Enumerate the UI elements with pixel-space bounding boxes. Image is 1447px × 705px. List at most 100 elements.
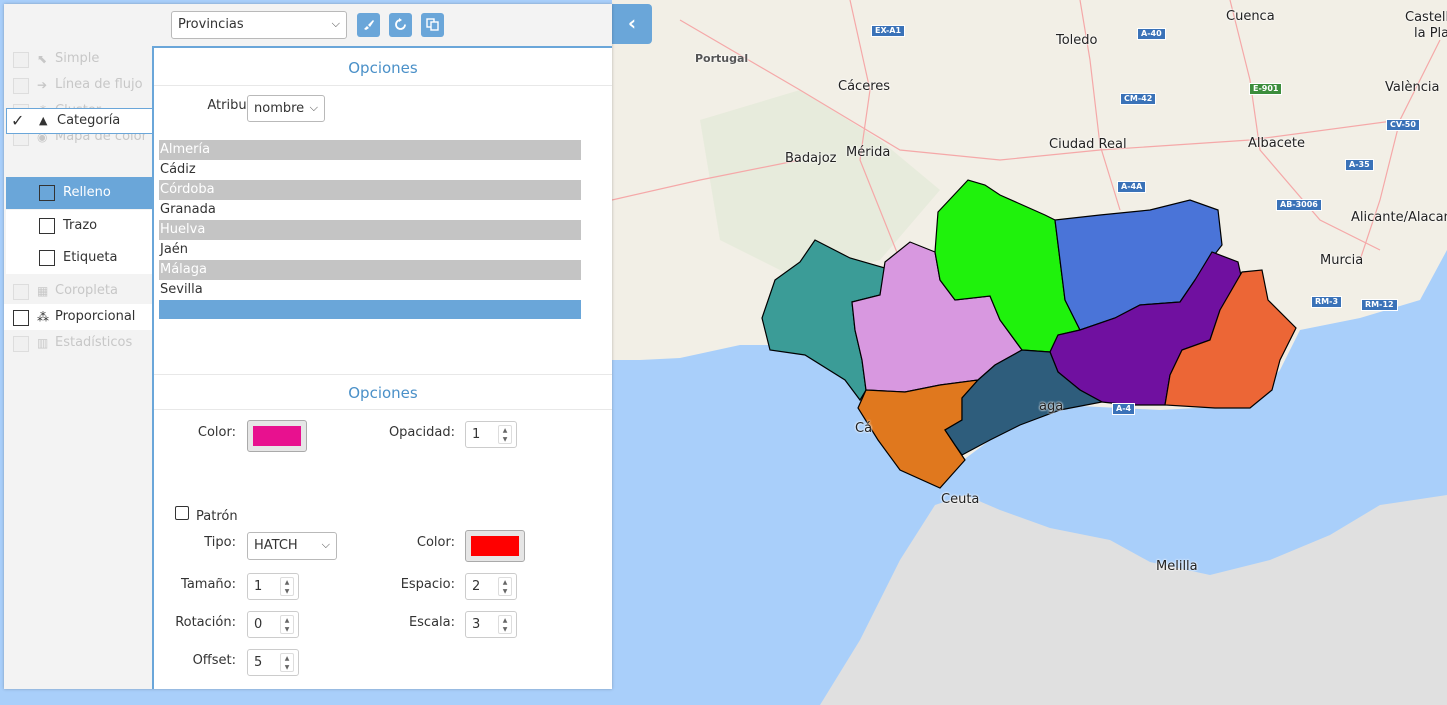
checkmark-icon: ✓ bbox=[11, 111, 25, 130]
relleno-checkbox[interactable] bbox=[39, 185, 55, 201]
category-row[interactable]: Cádiz bbox=[159, 160, 581, 180]
fill-color-picker[interactable] bbox=[247, 420, 307, 452]
sidebar-item-label: Coropleta bbox=[55, 283, 118, 298]
refresh-icon bbox=[395, 18, 406, 30]
road-shield-ex-a1: EX-A1 bbox=[871, 25, 906, 37]
subitem-label: Trazo bbox=[63, 218, 98, 233]
spinner-icon[interactable]: ▲ ▼ bbox=[498, 615, 512, 634]
sidebar-item-categoria[interactable]: ✓ ▲ Categoría bbox=[6, 108, 152, 134]
spinner-icon[interactable]: ▲ ▼ bbox=[280, 653, 294, 672]
road-shield-a40: A-40 bbox=[1137, 28, 1166, 40]
road-shield-a35: A-35 bbox=[1345, 159, 1374, 171]
category-row[interactable]: Jaén bbox=[159, 240, 581, 260]
opacity-label: Opacidad: bbox=[388, 425, 455, 440]
category-row[interactable]: Sevilla bbox=[159, 280, 581, 300]
layer-select[interactable]: Provincias ⌵ bbox=[171, 11, 347, 39]
flow-line-checkbox bbox=[13, 78, 29, 94]
panel-toolbar: Provincias ⌵ bbox=[4, 4, 612, 46]
options-area: Opciones Atributo: nombre ⌵ Almería Cádi… bbox=[152, 46, 612, 689]
category-row[interactable]: Córdoba bbox=[159, 180, 581, 200]
road-shield-cv50: CV-50 bbox=[1386, 119, 1420, 131]
space-value: 2 bbox=[472, 579, 481, 594]
copy-button[interactable] bbox=[421, 13, 444, 37]
subitem-trazo[interactable]: Trazo bbox=[6, 210, 152, 242]
chevron-down-icon: ⌵ bbox=[309, 101, 318, 114]
scale-value: 3 bbox=[472, 617, 481, 632]
sidebar-item-proporcional[interactable]: ⁂ Proporcional bbox=[4, 304, 152, 330]
spinner-icon[interactable]: ▲ ▼ bbox=[280, 615, 294, 634]
attribute-select[interactable]: nombre ⌵ bbox=[247, 95, 325, 122]
chevron-left-icon: ‹ bbox=[627, 11, 637, 35]
subitem-label: Etiqueta bbox=[63, 250, 118, 265]
category-row[interactable]: Málaga bbox=[159, 260, 581, 280]
coropleta-checkbox bbox=[13, 284, 29, 300]
space-stepper[interactable]: 2 ▲ ▼ bbox=[465, 573, 517, 600]
map-label-ciudad-real: Ciudad Real bbox=[1049, 137, 1127, 152]
proporcional-checkbox[interactable] bbox=[13, 310, 29, 326]
pattern-color-swatch bbox=[471, 536, 519, 556]
map-label-caceres: Cáceres bbox=[838, 79, 891, 94]
subitem-relleno[interactable]: Relleno bbox=[6, 177, 152, 209]
map-label-valencia: València bbox=[1385, 80, 1440, 95]
road-shield-ab3006: AB-3006 bbox=[1276, 199, 1322, 211]
road-shield-a4: A-4 bbox=[1112, 403, 1136, 415]
sidebar-item-coropleta: ▦ Coropleta bbox=[4, 278, 152, 304]
collapse-panel-button[interactable]: ‹ bbox=[612, 4, 652, 44]
layer-select-value: Provincias bbox=[178, 17, 244, 32]
sidebar-item-label: Línea de flujo bbox=[55, 77, 143, 92]
pattern-color-picker[interactable] bbox=[465, 530, 525, 562]
map-label-murcia: Murcia bbox=[1320, 253, 1364, 268]
options-title-2: Opciones bbox=[154, 374, 612, 410]
cursor-icon: ⬉ bbox=[37, 52, 48, 66]
etiqueta-checkbox[interactable] bbox=[39, 250, 55, 266]
map-label-albacete: Albacete bbox=[1248, 136, 1305, 151]
size-stepper[interactable]: 1 ▲ ▼ bbox=[247, 573, 299, 600]
refresh-button[interactable] bbox=[389, 13, 412, 37]
estadisticos-checkbox bbox=[13, 336, 29, 352]
brush-button[interactable] bbox=[357, 13, 380, 37]
spinner-icon[interactable]: ▲ ▼ bbox=[498, 425, 512, 444]
offset-value: 5 bbox=[254, 655, 263, 670]
chevron-down-icon: ⌵ bbox=[331, 17, 340, 30]
copy-icon bbox=[426, 18, 439, 31]
category-row-selected[interactable] bbox=[159, 300, 581, 319]
sidebar-item-flow-line: ➔ Línea de flujo bbox=[4, 72, 152, 98]
opacity-stepper[interactable]: 1 ▲ ▼ bbox=[465, 421, 517, 448]
sidebar-item-label: Categoría bbox=[57, 113, 121, 128]
offset-stepper[interactable]: 5 ▲ ▼ bbox=[247, 649, 299, 676]
size-label: Tamaño: bbox=[181, 577, 236, 592]
spinner-icon[interactable]: ▲ ▼ bbox=[280, 577, 294, 596]
offset-label: Offset: bbox=[192, 653, 236, 668]
road-shield-rm12: RM-12 bbox=[1361, 299, 1398, 311]
pattern-label: Patrón bbox=[196, 509, 238, 524]
style-panel: Provincias ⌵ ⬉ Simple ➔ Línea de flujo ⁂… bbox=[4, 4, 612, 689]
category-icon: ▲ bbox=[39, 114, 48, 127]
rotation-label: Rotación: bbox=[175, 615, 236, 630]
map-label-portugal: Portugal bbox=[695, 52, 749, 65]
pattern-type-value: HATCH bbox=[254, 538, 298, 553]
proportional-icon: ⁂ bbox=[37, 310, 49, 324]
category-row[interactable]: Granada bbox=[159, 200, 581, 220]
map-label-castell: Castell bbox=[1405, 10, 1447, 25]
category-row[interactable]: Almería bbox=[159, 140, 581, 160]
pattern-type-select[interactable]: HATCH ⌵ bbox=[247, 532, 337, 560]
category-row[interactable]: Huelva bbox=[159, 220, 581, 240]
bar-chart-icon: ▥ bbox=[37, 336, 49, 350]
sidebar-item-estadisticos: ▥ Estadísticos bbox=[4, 330, 152, 356]
spinner-icon[interactable]: ▲ ▼ bbox=[498, 577, 512, 596]
pattern-color-label: Color: bbox=[416, 535, 455, 550]
map-label-cuenca: Cuenca bbox=[1226, 9, 1275, 24]
type-label: Tipo: bbox=[204, 535, 236, 550]
map-label-alicante: Alicante/Alacan bbox=[1351, 210, 1447, 225]
subitem-etiqueta[interactable]: Etiqueta bbox=[6, 242, 152, 274]
rotation-stepper[interactable]: 0 ▲ ▼ bbox=[247, 611, 299, 638]
rotation-value: 0 bbox=[254, 617, 263, 632]
attribute-select-value: nombre bbox=[254, 101, 305, 116]
road-shield-cm42: CM-42 bbox=[1120, 93, 1157, 105]
trazo-checkbox[interactable] bbox=[39, 218, 55, 234]
scale-stepper[interactable]: 3 ▲ ▼ bbox=[465, 611, 517, 638]
map-label-ceuta: Ceuta bbox=[941, 492, 980, 507]
color-label: Color: bbox=[197, 425, 236, 440]
road-shield-a4a: A-4A bbox=[1117, 181, 1147, 193]
pattern-checkbox[interactable] bbox=[175, 506, 189, 520]
